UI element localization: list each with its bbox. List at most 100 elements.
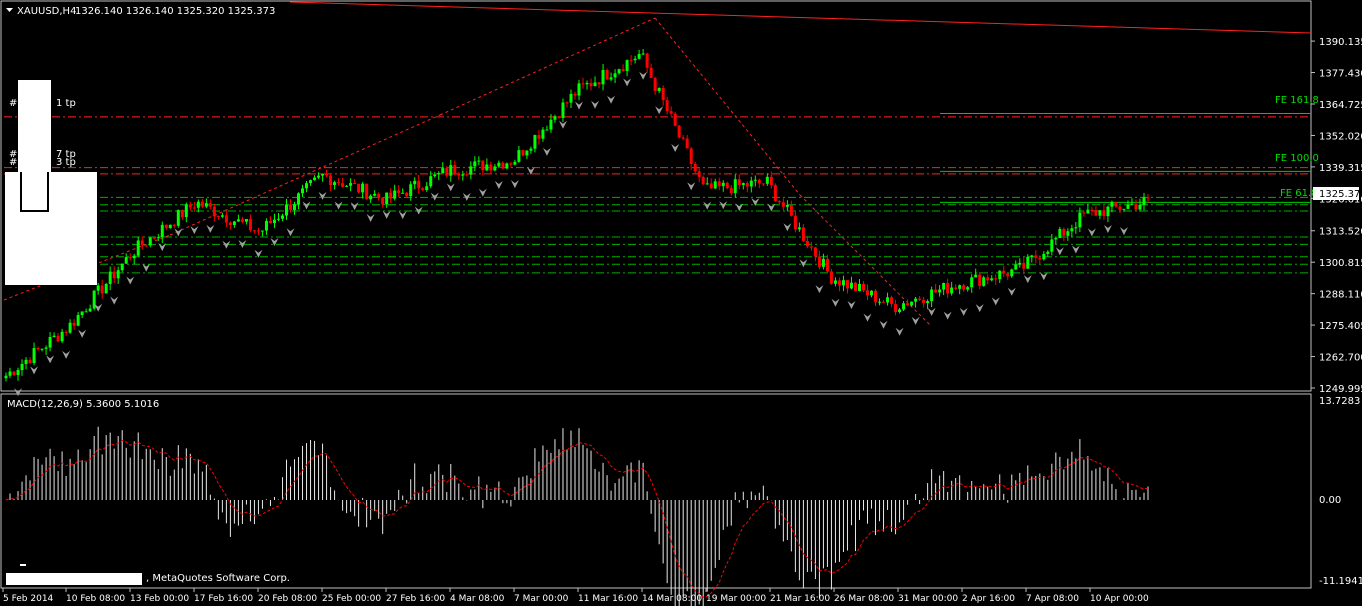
candle-body — [148, 237, 152, 246]
candle-body — [793, 215, 797, 230]
candle-body — [409, 184, 413, 197]
candle-body — [140, 240, 144, 246]
candle-body — [297, 193, 301, 205]
candle-body — [389, 192, 393, 199]
candle-body — [136, 240, 140, 256]
candle-body — [729, 188, 733, 194]
candle-body — [681, 137, 685, 139]
candle-body — [501, 162, 505, 169]
candle-body — [589, 83, 593, 87]
candle-body — [833, 280, 837, 284]
candle-body — [489, 164, 493, 171]
candle-body — [48, 337, 52, 348]
candle-body — [725, 182, 729, 189]
candle-body — [1122, 208, 1126, 210]
candle-body — [353, 183, 357, 185]
candle-body — [104, 283, 108, 294]
candle-body — [713, 181, 717, 189]
candle-body — [272, 219, 276, 224]
candle-body — [737, 179, 741, 185]
chart-root[interactable]: XAUUSD,H4 1326.140 1326.140 1325.320 132… — [0, 0, 1362, 606]
price-tick-label: 1249.995 — [1319, 384, 1362, 395]
candle-body — [32, 348, 36, 364]
candle-body — [1086, 209, 1090, 214]
candle-body — [950, 287, 954, 294]
time-tick-label: 5 Feb 2014 — [3, 594, 54, 604]
candle-body — [561, 102, 565, 118]
time-tick-label: 19 Mar 00:00 — [706, 594, 766, 604]
time-tick-label: 13 Feb 00:00 — [130, 594, 189, 604]
time-tick-label: 7 Mar 00:00 — [514, 594, 569, 604]
price-tick-label: 1288.110 — [1319, 290, 1362, 301]
candle-body — [513, 161, 517, 165]
candle-body — [613, 73, 617, 78]
candle-body — [533, 135, 537, 149]
small-dash-marker — [20, 564, 26, 566]
candle-body — [677, 125, 681, 138]
time-tick-label: 25 Feb 00:00 — [322, 594, 381, 604]
macd-scale-top: 13.7283 — [1319, 396, 1360, 407]
candle-body — [236, 219, 240, 222]
candle-body — [1006, 273, 1010, 277]
time-tick-label: 10 Feb 08:00 — [66, 594, 125, 604]
candle-body — [697, 171, 701, 177]
candle-body — [421, 188, 425, 191]
candle-body — [305, 183, 309, 189]
candle-body — [665, 100, 669, 112]
candle-body — [276, 218, 280, 220]
candle-body — [866, 290, 870, 296]
hash-3: # — [9, 157, 17, 168]
candle-body — [1106, 206, 1110, 217]
copyright-box — [6, 573, 142, 585]
candle-body — [773, 185, 777, 202]
overlay-box-notch — [20, 172, 49, 212]
candle-body — [653, 77, 657, 91]
candle-body — [609, 77, 613, 80]
candle-body — [1078, 212, 1082, 228]
candle-body — [293, 204, 297, 210]
candle-body — [1094, 210, 1098, 216]
candle-body — [689, 148, 693, 164]
candle-body — [525, 150, 529, 156]
candle-body — [890, 297, 894, 305]
candle-body — [433, 174, 437, 177]
candle-body — [829, 271, 833, 284]
candle-body — [156, 237, 160, 239]
candle-body — [268, 221, 272, 224]
candle-body — [585, 83, 589, 85]
current-price-label: 1325.373 — [1319, 189, 1362, 200]
candle-body — [1022, 262, 1026, 269]
candle-body — [264, 221, 268, 231]
candle-body — [509, 163, 513, 165]
candle-body — [958, 285, 962, 289]
candle-body — [1062, 229, 1066, 236]
candle-body — [24, 359, 28, 364]
candle-body — [96, 285, 100, 291]
candle-body — [1034, 255, 1038, 258]
candle-body — [1050, 239, 1054, 252]
candle-body — [469, 166, 473, 175]
price-tick-label: 1339.315 — [1319, 163, 1362, 174]
time-tick-label: 31 Mar 00:00 — [898, 594, 958, 604]
candle-body — [837, 280, 841, 286]
candle-body — [457, 174, 461, 176]
candle-body — [1058, 229, 1062, 239]
candle-body — [4, 375, 8, 379]
candle-body — [12, 371, 16, 376]
candle-body — [934, 289, 938, 293]
candle-body — [1070, 228, 1074, 232]
candle-body — [673, 113, 677, 126]
candle-body — [753, 179, 757, 181]
candle-body — [902, 303, 906, 310]
candle-body — [1002, 270, 1006, 274]
candle-body — [317, 175, 321, 178]
time-tick-label: 27 Feb 16:00 — [386, 594, 445, 604]
candle-body — [461, 174, 465, 176]
candle-body — [429, 176, 433, 187]
candle-body — [741, 183, 745, 185]
candle-body — [473, 161, 477, 167]
symbol-label: XAUUSD,H4 — [17, 6, 76, 17]
candle-body — [962, 285, 966, 290]
candle-body — [357, 183, 361, 193]
candle-body — [84, 311, 88, 313]
